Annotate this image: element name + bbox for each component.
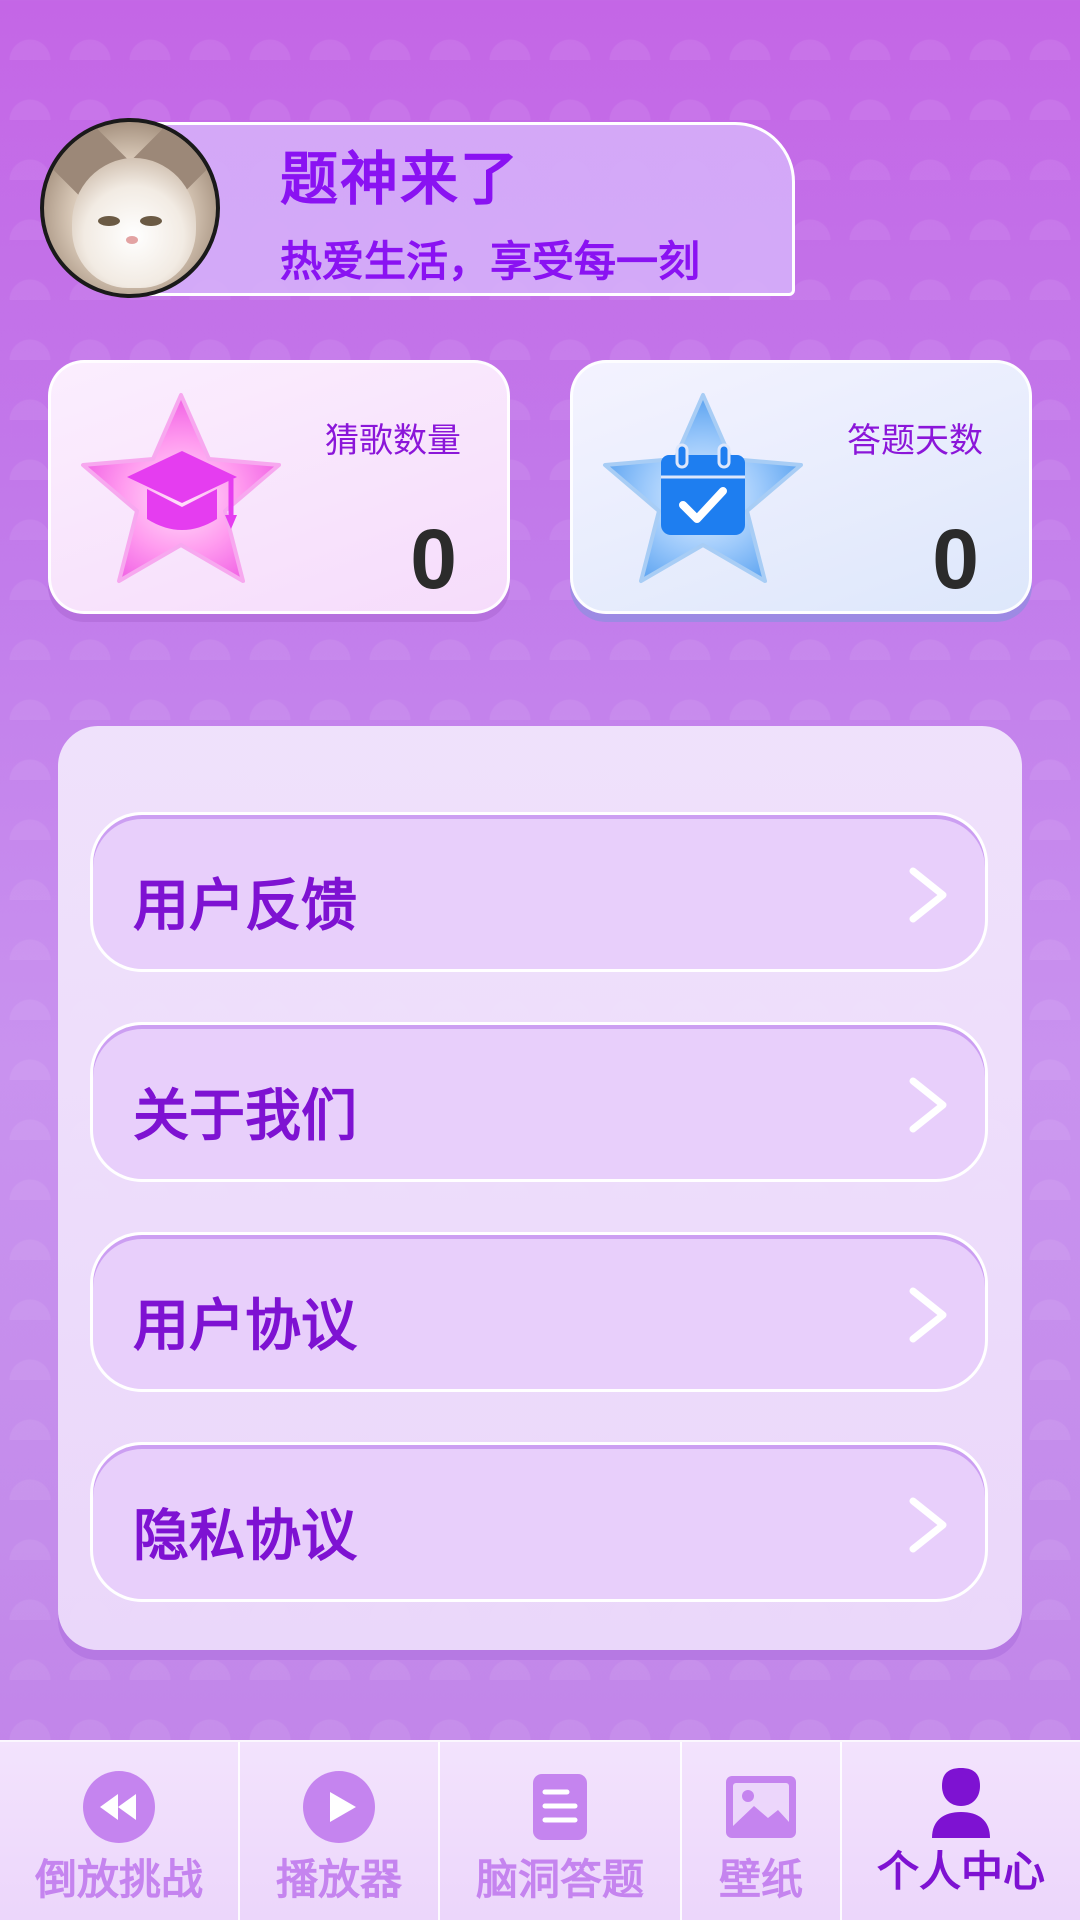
graduation-cap-icon [127, 451, 237, 530]
bottom-nav: 倒放挑战 播放器 脑洞答题 壁纸 个人中心 [0, 1740, 1080, 1920]
stat-card-songs: 猜歌数量 0 [48, 360, 510, 614]
menu-item-label: 用户反馈 [133, 874, 357, 939]
menu-item-label: 关于我们 [133, 1084, 357, 1149]
image-icon [726, 1776, 796, 1838]
profile-motto: 热爱生活，享受每一刻 [280, 237, 701, 286]
nav-item-player[interactable]: 播放器 [240, 1742, 440, 1920]
nav-label: 壁纸 [718, 1855, 803, 1904]
nav-label: 脑洞答题 [475, 1855, 644, 1904]
chevron-right-icon [909, 1287, 947, 1343]
document-icon [533, 1774, 587, 1840]
stat-card-days: 答题天数 0 [570, 360, 1032, 614]
rewind-icon [83, 1771, 155, 1843]
nav-item-profile[interactable]: 个人中心 [842, 1742, 1080, 1920]
profile-header: 题神来了 热爱生活，享受每一刻 [40, 118, 795, 300]
calendar-check-icon [661, 443, 745, 535]
nav-label: 个人中心 [876, 1847, 1045, 1896]
menu-item-privacy[interactable]: 隐私协议 [90, 1442, 988, 1602]
profile-name: 题神来了 [280, 145, 521, 213]
stat-label: 猜歌数量 [325, 421, 461, 461]
menu-item-feedback[interactable]: 用户反馈 [90, 812, 988, 972]
chevron-right-icon [909, 1497, 947, 1553]
avatar[interactable] [40, 118, 220, 298]
chevron-right-icon [909, 867, 947, 923]
nav-label: 倒放挑战 [34, 1855, 203, 1904]
menu-item-label: 用户协议 [133, 1294, 357, 1359]
menu-item-about[interactable]: 关于我们 [90, 1022, 988, 1182]
menu-panel: 用户反馈 关于我们 用户协议 隐私协议 [58, 726, 1022, 1650]
menu-item-label: 隐私协议 [133, 1504, 357, 1569]
stat-value: 0 [410, 512, 457, 606]
user-icon [932, 1768, 990, 1838]
nav-item-brain-quiz[interactable]: 脑洞答题 [440, 1742, 682, 1920]
stat-value: 0 [932, 512, 979, 606]
chevron-right-icon [909, 1077, 947, 1133]
nav-label: 播放器 [275, 1855, 402, 1904]
stat-label: 答题天数 [847, 421, 983, 461]
menu-item-user-agreement[interactable]: 用户协议 [90, 1232, 988, 1392]
nav-item-wallpaper[interactable]: 壁纸 [682, 1742, 842, 1920]
play-icon [303, 1771, 375, 1843]
nav-item-reverse-challenge[interactable]: 倒放挑战 [0, 1742, 240, 1920]
